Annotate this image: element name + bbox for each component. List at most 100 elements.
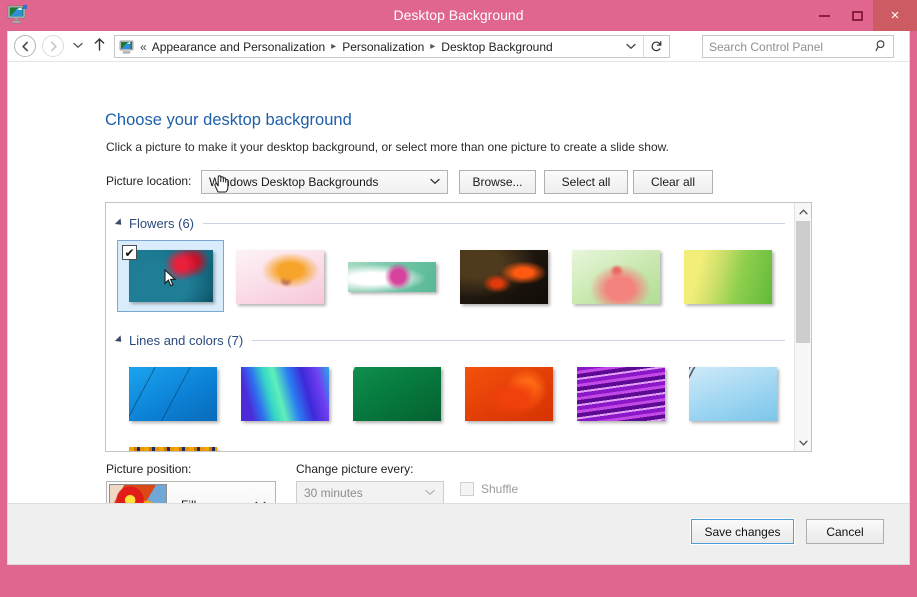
chevron-down-icon bbox=[430, 176, 440, 188]
search-input[interactable] bbox=[703, 38, 869, 55]
chevron-down-icon bbox=[798, 440, 808, 446]
breadcrumb-separator-1[interactable]: ▸ bbox=[331, 41, 336, 52]
triangle-collapse-icon[interactable] bbox=[114, 335, 125, 345]
breadcrumb-personalization[interactable]: Personalization bbox=[341, 38, 425, 56]
scroll-down-button[interactable] bbox=[795, 434, 811, 451]
thumbnail-item[interactable]: ✔ bbox=[117, 240, 224, 312]
refresh-icon bbox=[651, 41, 662, 52]
change-picture-value: 30 minutes bbox=[304, 486, 363, 500]
forward-arrow-icon bbox=[50, 41, 57, 51]
change-picture-dropdown[interactable]: 30 minutes bbox=[296, 481, 444, 505]
chevron-down-icon bbox=[626, 43, 636, 50]
wallpaper-thumbnail[interactable] bbox=[689, 367, 777, 421]
navigation-bar: « Appearance and Personalization ▸ Perso… bbox=[8, 31, 909, 62]
address-bar[interactable]: « Appearance and Personalization ▸ Perso… bbox=[114, 35, 670, 58]
search-box[interactable] bbox=[702, 35, 894, 58]
thumbnail-item[interactable] bbox=[224, 240, 336, 314]
address-dropdown-button[interactable] bbox=[620, 36, 642, 57]
forward-button[interactable] bbox=[42, 35, 64, 57]
picture-location-dropdown[interactable]: Windows Desktop Backgrounds bbox=[201, 170, 448, 194]
chevron-up-icon bbox=[798, 208, 808, 214]
wallpaper-thumbnail[interactable] bbox=[684, 250, 772, 304]
thumbnail-item[interactable] bbox=[677, 357, 789, 431]
page-title: Choose your desktop background bbox=[105, 111, 352, 129]
back-button[interactable] bbox=[14, 35, 36, 57]
close-icon: × bbox=[890, 7, 900, 24]
recent-pages-dropdown[interactable] bbox=[71, 41, 85, 52]
close-button[interactable]: × bbox=[873, 0, 917, 31]
hand-cursor bbox=[214, 175, 229, 193]
gallery-scroll-content: Flowers (6) ✔ Lines and colors (7) bbox=[106, 203, 795, 451]
page-content: Choose your desktop background Click a p… bbox=[8, 62, 909, 533]
save-changes-button[interactable]: Save changes bbox=[690, 518, 795, 545]
wallpaper-thumbnail[interactable] bbox=[348, 262, 436, 292]
thumbnail-item[interactable] bbox=[229, 357, 341, 431]
dialog-footer: Save changes Cancel bbox=[8, 503, 909, 564]
wallpaper-thumbnail[interactable] bbox=[460, 250, 548, 304]
thumbnail-item[interactable] bbox=[453, 357, 565, 431]
scroll-up-button[interactable] bbox=[795, 203, 811, 220]
page-description: Click a picture to make it your desktop … bbox=[106, 140, 669, 154]
title-bar: Desktop Background × bbox=[0, 0, 917, 31]
section-divider bbox=[252, 339, 785, 341]
breadcrumb-desktop-background[interactable]: Desktop Background bbox=[440, 38, 553, 56]
wallpaper-thumbnail[interactable] bbox=[129, 447, 217, 451]
picture-location-label: Picture location: bbox=[106, 174, 192, 188]
up-button[interactable] bbox=[92, 37, 106, 56]
scrollbar-thumb[interactable] bbox=[796, 221, 810, 343]
shuffle-control[interactable]: Shuffle bbox=[460, 482, 518, 496]
back-arrow-icon bbox=[21, 41, 28, 51]
thumbnail-item[interactable] bbox=[560, 240, 672, 314]
window-controls: × bbox=[807, 0, 917, 31]
section-title-flowers: Flowers (6) bbox=[129, 215, 195, 231]
wallpaper-thumbnail[interactable] bbox=[353, 367, 441, 421]
section-divider bbox=[203, 222, 785, 224]
wallpaper-thumbnail[interactable] bbox=[572, 250, 660, 304]
section-title-lines-and-colors: Lines and colors (7) bbox=[129, 332, 244, 348]
gallery-scrollbar[interactable] bbox=[794, 203, 811, 451]
gallery-section-header-lines-and-colors[interactable]: Lines and colors (7) bbox=[114, 331, 785, 349]
chevron-down-icon bbox=[73, 42, 83, 49]
picture-position-label: Picture position: bbox=[106, 462, 192, 476]
clear-all-button[interactable]: Clear all bbox=[633, 170, 713, 194]
refresh-button[interactable] bbox=[643, 36, 669, 57]
thumbnail-grid-flowers: ✔ bbox=[117, 240, 789, 320]
chevron-down-icon bbox=[425, 487, 435, 499]
thumbnail-item[interactable] bbox=[117, 437, 229, 451]
thumbnail-item[interactable] bbox=[341, 357, 453, 431]
minimize-button[interactable] bbox=[807, 0, 841, 31]
wallpaper-gallery: Flowers (6) ✔ Lines and colors (7) bbox=[105, 202, 812, 452]
breadcrumb-appearance-and-personalization[interactable]: Appearance and Personalization bbox=[151, 38, 326, 56]
thumbnail-checkbox[interactable]: ✔ bbox=[122, 245, 137, 260]
search-icon[interactable] bbox=[869, 39, 893, 55]
desktop-background-window: Desktop Background × « Appearance and Pe… bbox=[0, 0, 917, 597]
maximize-icon bbox=[851, 10, 863, 21]
thumbnail-item[interactable] bbox=[117, 357, 229, 431]
thumbnail-item[interactable] bbox=[336, 240, 448, 314]
breadcrumb-separator-2[interactable]: ▸ bbox=[430, 41, 435, 52]
wallpaper-thumbnail[interactable] bbox=[241, 367, 329, 421]
cancel-button[interactable]: Cancel bbox=[806, 519, 884, 544]
thumbnail-item[interactable] bbox=[672, 240, 784, 314]
triangle-collapse-icon[interactable] bbox=[114, 218, 125, 228]
wallpaper-thumbnail[interactable] bbox=[128, 250, 213, 302]
shuffle-label: Shuffle bbox=[481, 482, 519, 496]
shuffle-checkbox[interactable] bbox=[460, 482, 474, 496]
arrow-up-icon bbox=[94, 38, 104, 51]
thumbnail-item[interactable] bbox=[565, 357, 677, 431]
browse-button[interactable]: Browse... bbox=[459, 170, 536, 194]
thumbnail-grid-lines-and-colors bbox=[117, 357, 789, 451]
maximize-button[interactable] bbox=[841, 0, 873, 31]
wallpaper-thumbnail[interactable] bbox=[236, 250, 324, 304]
thumbnail-item[interactable] bbox=[448, 240, 560, 314]
breadcrumb-overflow[interactable]: « bbox=[140, 40, 147, 54]
personalization-icon bbox=[119, 40, 134, 53]
wallpaper-thumbnail[interactable] bbox=[465, 367, 553, 421]
select-all-button[interactable]: Select all bbox=[544, 170, 628, 194]
change-picture-label: Change picture every: bbox=[296, 462, 414, 476]
wallpaper-thumbnail[interactable] bbox=[129, 367, 217, 421]
minimize-icon bbox=[818, 14, 830, 17]
wallpaper-thumbnail[interactable] bbox=[577, 367, 665, 421]
window-title: Desktop Background bbox=[393, 7, 524, 23]
gallery-section-header-flowers[interactable]: Flowers (6) bbox=[114, 214, 785, 232]
